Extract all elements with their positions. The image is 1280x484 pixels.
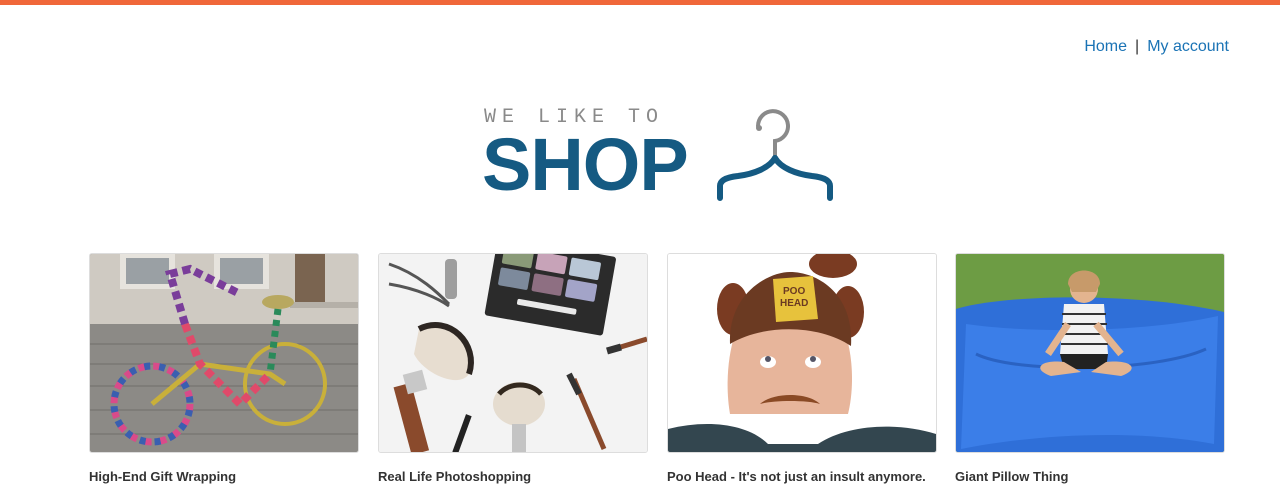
svg-text:HEAD: HEAD [780, 298, 808, 309]
product-title[interactable]: Giant Pillow Thing [955, 469, 1225, 484]
logo-word: SHOP [482, 123, 689, 206]
hanger-icon [717, 109, 833, 201]
top-accent-bar [0, 0, 1280, 5]
knitted-bicycle-image[interactable] [89, 253, 359, 453]
product-card[interactable]: POO HEAD Poo Head - It's not just an ins… [667, 253, 937, 484]
product-card[interactable]: High-End Gift Wrapping [89, 253, 359, 484]
top-nav: Home | My account [1084, 38, 1229, 56]
product-card[interactable]: Giant Pillow Thing [955, 253, 1225, 484]
svg-text:POO: POO [783, 286, 805, 297]
product-card[interactable]: Real Life Photoshopping [378, 253, 648, 484]
product-title[interactable]: Real Life Photoshopping [378, 469, 648, 484]
makeup-brushes-image[interactable] [378, 253, 648, 453]
site-logo[interactable]: WE LIKE TO SHOP [482, 106, 842, 202]
nav-my-account-link[interactable]: My account [1147, 38, 1229, 55]
giant-pillow-image[interactable] [955, 253, 1225, 453]
product-title[interactable]: Poo Head - It's not just an insult anymo… [667, 469, 937, 484]
nav-home-link[interactable]: Home [1084, 38, 1127, 55]
poo-head-hat-image[interactable]: POO HEAD [667, 253, 937, 453]
product-title[interactable]: High-End Gift Wrapping [89, 469, 359, 484]
nav-separator: | [1135, 38, 1140, 55]
